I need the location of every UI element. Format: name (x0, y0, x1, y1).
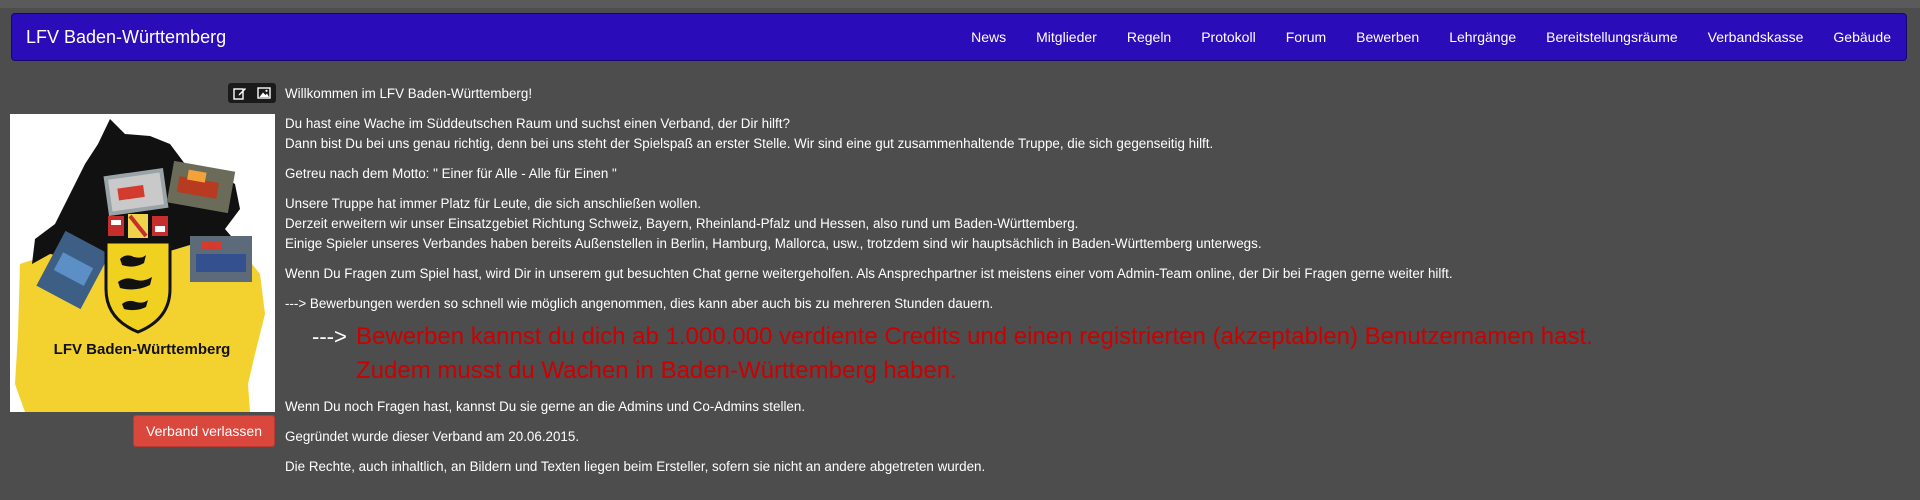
requirements-line-2: Zudem musst du Wachen in Baden-Württembe… (356, 357, 957, 384)
motto-text: Getreu nach dem Motto: " Einer für Alle … (285, 166, 617, 181)
leave-association-button[interactable]: Verband verlassen (133, 415, 275, 447)
nav-item-bereitstellungsraeume[interactable]: Bereitstellungsräume (1531, 14, 1693, 60)
welcome-text: Willkommen im LFV Baden-Württemberg! (285, 86, 533, 101)
nav-item-gebaeude[interactable]: Gebäude (1818, 14, 1906, 60)
founded-text: Gegründet wurde dieser Verband am 20.06.… (285, 429, 580, 444)
nav-item-news[interactable]: News (956, 14, 1021, 60)
troop-line-1: Unsere Truppe hat immer Platz für Leute,… (285, 196, 702, 211)
rights-text: Die Rechte, auch inhaltlich, an Bildern … (285, 459, 986, 474)
nav-menu: News Mitglieder Regeln Protokoll Forum B… (956, 14, 1906, 60)
nav-item-bewerben[interactable]: Bewerben (1341, 14, 1434, 60)
edit-toolbar (228, 83, 276, 103)
navbar: LFV Baden-Württemberg News Mitglieder Re… (11, 13, 1907, 61)
nav-item-verbandskasse[interactable]: Verbandskasse (1693, 14, 1819, 60)
nav-item-regeln[interactable]: Regeln (1112, 14, 1186, 60)
association-description: Willkommen im LFV Baden-Württemberg! Du … (285, 84, 1905, 487)
questions-text: Wenn Du noch Fragen hast, kannst Du sie … (285, 399, 806, 414)
nav-item-forum[interactable]: Forum (1271, 14, 1341, 60)
nav-item-lehrgaenge[interactable]: Lehrgänge (1434, 14, 1531, 60)
logo-caption: LFV Baden-Württemberg (54, 341, 231, 358)
applications-text: ---> Bewerbungen werden so schnell wie m… (285, 296, 994, 311)
association-logo: LFV Baden-Württemberg (10, 114, 275, 412)
troop-paragraph: Unsere Truppe hat immer Platz für Leute,… (285, 194, 1905, 254)
notice-arrow: ---> (312, 324, 347, 349)
intro-line-2: Dann bist Du bei uns genau richtig, denn… (285, 136, 1214, 151)
troop-line-2: Derzeit erweitern wir unser Einsatzgebie… (285, 216, 1079, 231)
intro-paragraph: Du hast eine Wache im Süddeutschen Raum … (285, 114, 1905, 154)
requirements-notice: ---> Bewerben kannst du dich ab 1.000.00… (312, 320, 1905, 388)
nav-item-mitglieder[interactable]: Mitglieder (1021, 14, 1112, 60)
troop-line-3: Einige Spieler unseres Verbandes haben b… (285, 236, 1262, 251)
edit-icon[interactable] (232, 85, 248, 101)
requirements-line-1: Bewerben kannst du dich ab 1.000.000 ver… (356, 323, 1593, 350)
image-icon[interactable] (256, 85, 272, 101)
nav-item-protokoll[interactable]: Protokoll (1186, 14, 1270, 60)
chat-text: Wenn Du Fragen zum Spiel hast, wird Dir … (285, 266, 1453, 281)
top-border (0, 0, 1920, 8)
navbar-brand[interactable]: LFV Baden-Württemberg (26, 14, 226, 60)
intro-line-1: Du hast eine Wache im Süddeutschen Raum … (285, 116, 790, 131)
